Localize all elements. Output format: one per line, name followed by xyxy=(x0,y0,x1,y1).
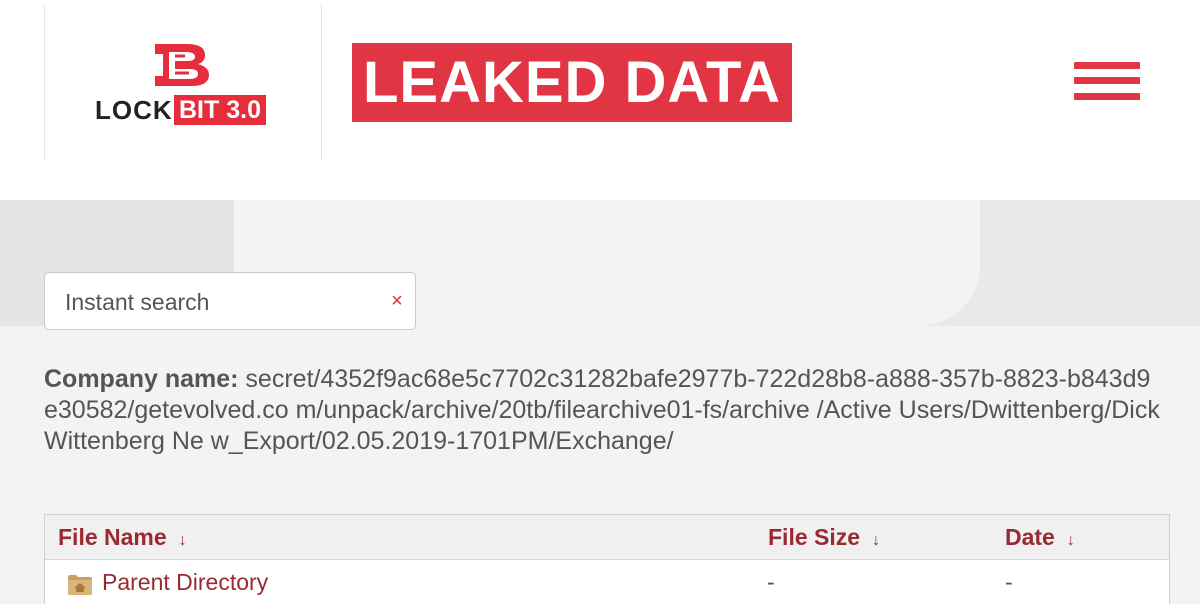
sort-down-arrow-icon: ↓ xyxy=(872,532,881,549)
column-label-file-size: File Size xyxy=(768,524,861,550)
clear-search-icon[interactable]: × xyxy=(385,288,409,314)
parent-directory-link[interactable]: Parent Directory xyxy=(102,567,268,597)
company-name-label: Company name: xyxy=(44,365,239,393)
instant-search-box: × xyxy=(44,272,416,330)
column-header-file-size[interactable]: File Size ↓ xyxy=(768,515,880,559)
hamburger-menu-icon xyxy=(1074,77,1140,84)
logo-text-bit-version: BIT 3.0 xyxy=(174,95,266,125)
logo-text-lock: LOCK xyxy=(95,95,173,125)
file-size-cell: - xyxy=(767,569,775,595)
leaked-data-banner: LEAKED DATA xyxy=(352,43,792,122)
company-name-path: Company name: secret/4352f9ac68e5c7702c3… xyxy=(44,364,1164,457)
site-header: LOCK BIT 3.0 LEAKED DATA xyxy=(0,0,1200,200)
date-cell: - xyxy=(1005,569,1013,595)
column-label-date: Date xyxy=(1005,524,1055,550)
folder-icon xyxy=(68,575,92,595)
table-header: File Name ↓ File Size ↓ Date ↓ xyxy=(45,515,1169,560)
sort-down-arrow-icon: ↓ xyxy=(1066,532,1075,549)
file-table: File Name ↓ File Size ↓ Date ↓ Parent Direc… xyxy=(44,514,1170,604)
logo-link[interactable]: LOCK BIT 3.0 xyxy=(44,4,322,160)
search-input[interactable] xyxy=(63,285,367,319)
sort-down-arrow-icon: ↓ xyxy=(178,532,187,549)
hamburger-menu-icon xyxy=(1074,93,1140,100)
lockbit-lb-logo-icon xyxy=(155,44,209,86)
column-header-file-name[interactable]: File Name ↓ xyxy=(58,515,187,559)
hamburger-menu-button[interactable] xyxy=(1074,60,1140,102)
decorative-band-right xyxy=(980,200,1200,326)
hamburger-menu-icon xyxy=(1074,62,1140,69)
column-header-date[interactable]: Date ↓ xyxy=(1005,515,1075,559)
column-label-file-name: File Name xyxy=(58,524,167,550)
